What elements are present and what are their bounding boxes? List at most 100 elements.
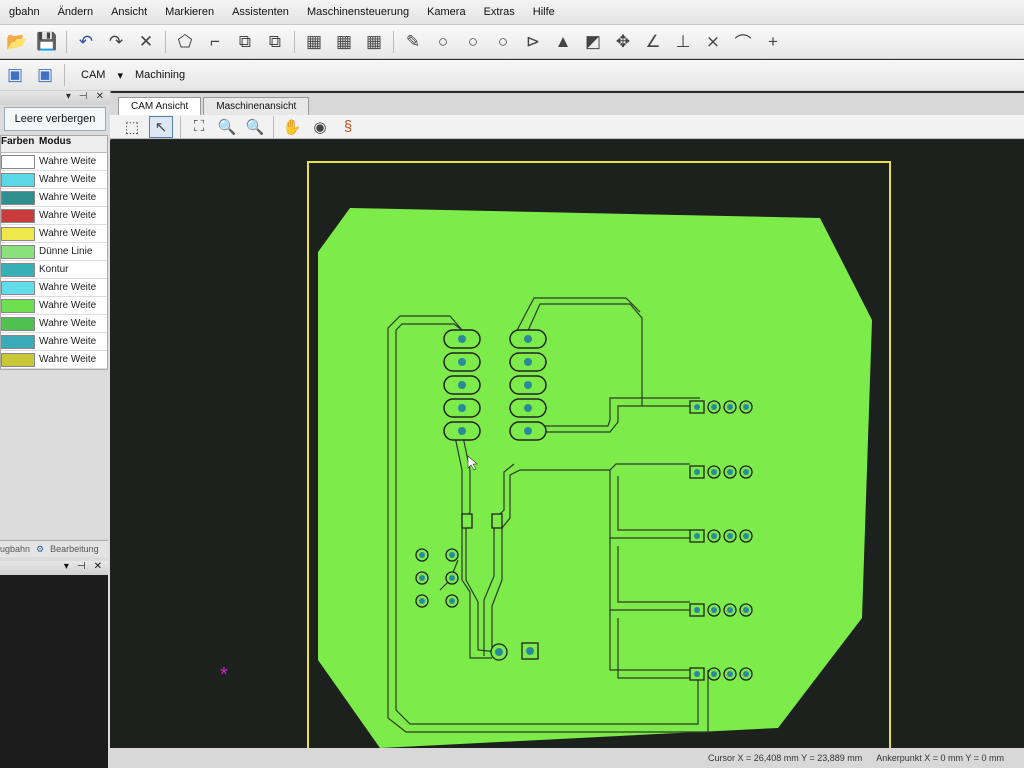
path-view-icon[interactable]: §: [337, 117, 359, 137]
cross-icon[interactable]: ⨯: [701, 30, 725, 54]
layer-row[interactable]: Wahre Weite: [1, 225, 107, 243]
arc-icon[interactable]: ⌒: [731, 30, 755, 54]
pin-icon[interactable]: ⊣: [77, 561, 86, 575]
color-swatch[interactable]: [1, 172, 35, 187]
layer-row[interactable]: Wahre Weite: [1, 351, 107, 369]
menu-item[interactable]: Ändern: [49, 6, 102, 18]
color-swatch[interactable]: [1, 280, 35, 295]
flip-icon[interactable]: ⊳: [521, 30, 545, 54]
origin-marker-icon: *: [220, 664, 228, 686]
color-swatch[interactable]: [1, 244, 35, 259]
separator: [294, 30, 295, 53]
zoom-fit-icon[interactable]: ⛶: [188, 117, 210, 137]
cam-toolbar: ▣ ▣ CAM ▾ Machining: [0, 60, 1024, 91]
color-swatch[interactable]: [1, 190, 35, 205]
color-swatch[interactable]: [1, 154, 35, 169]
move-icon[interactable]: ✥: [611, 30, 635, 54]
hide-empty-button[interactable]: Leere verbergen: [4, 107, 106, 131]
layer-row[interactable]: Wahre Weite: [1, 189, 107, 207]
dropdown-icon[interactable]: ▾: [66, 91, 71, 105]
layer-mode: Wahre Weite: [39, 300, 97, 311]
menu-item[interactable]: Assistenten: [223, 6, 298, 18]
open-icon[interactable]: 📂: [5, 30, 29, 54]
save-icon[interactable]: 💾: [35, 30, 59, 54]
redo-icon[interactable]: ↷: [104, 30, 128, 54]
rotate-view-icon[interactable]: ◉: [309, 117, 331, 137]
zoom-out-icon[interactable]: 🔍: [244, 117, 266, 137]
zoom-in-icon[interactable]: 🔍: [216, 117, 238, 137]
layer-row[interactable]: Wahre Weite: [1, 279, 107, 297]
close-icon[interactable]: ✕: [94, 561, 102, 575]
layer-mode: Wahre Weite: [39, 228, 97, 239]
triangle-icon[interactable]: ▲: [551, 30, 575, 54]
tool-icon[interactable]: ✎: [401, 30, 425, 54]
color-swatch[interactable]: [1, 316, 35, 331]
dropdown-icon[interactable]: ▾: [64, 561, 69, 575]
angle-icon[interactable]: ∠: [641, 30, 665, 54]
layer-row[interactable]: Wahre Weite: [1, 333, 107, 351]
circle-icon[interactable]: ○: [431, 30, 455, 54]
panel-controls: ▾ ⊣ ✕: [0, 561, 108, 575]
main-toolbar: 📂 💾 ↶ ↷ ✕ ⬠ ⌐ ⧉ ⧉ ▦ ▦ ▦ ✎ ○ ○ ○ ⊳ ▲ ◩ ✥ …: [0, 25, 1024, 59]
color-swatch[interactable]: [1, 226, 35, 241]
menu-item[interactable]: Markieren: [156, 6, 223, 18]
color-swatch[interactable]: [1, 352, 35, 367]
mirror-icon[interactable]: ⧉: [233, 30, 257, 54]
lasso-select-icon[interactable]: ⬚: [121, 117, 143, 137]
layer-mode: Wahre Weite: [39, 156, 97, 167]
layer-mode: Wahre Weite: [39, 192, 97, 203]
path-icon[interactable]: ⌐: [203, 30, 227, 54]
layer-row[interactable]: Wahre Weite: [1, 297, 107, 315]
color-swatch[interactable]: [1, 262, 35, 277]
polygon-icon[interactable]: ⬠: [173, 30, 197, 54]
color-swatch[interactable]: [1, 208, 35, 223]
right-header: [509, 329, 547, 441]
layer-mode: Wahre Weite: [39, 318, 97, 329]
layer-row[interactable]: Wahre Weite: [1, 207, 107, 225]
color-swatch[interactable]: [1, 334, 35, 349]
image2-icon[interactable]: ▣: [33, 63, 57, 87]
pin-icon[interactable]: ⊣: [79, 91, 88, 105]
menu-item[interactable]: Extras: [475, 6, 524, 18]
circle2-icon[interactable]: ○: [461, 30, 485, 54]
layer-mode: Wahre Weite: [39, 354, 97, 365]
col-mode: Modus: [39, 136, 72, 147]
align3-icon[interactable]: ▦: [362, 30, 386, 54]
tab-processing[interactable]: Bearbeitung: [50, 544, 99, 554]
tab-toolpath[interactable]: ugbahn: [0, 544, 30, 554]
layer-row[interactable]: Wahre Weite: [1, 171, 107, 189]
circle3-icon[interactable]: ○: [491, 30, 515, 54]
separator: [180, 115, 181, 138]
layer-row[interactable]: Dünne Linie: [1, 243, 107, 261]
layer-row[interactable]: Wahre Weite: [1, 153, 107, 171]
pointer-icon[interactable]: ↖: [149, 115, 173, 138]
image-icon[interactable]: ▣: [3, 63, 27, 87]
delete-icon[interactable]: ✕: [134, 30, 158, 54]
color-swatch[interactable]: [1, 298, 35, 313]
layers-table: Farben Modus Wahre Weite Wahre Weite Wahre…: [0, 135, 108, 370]
pcb-canvas[interactable]: [110, 140, 1024, 759]
plus-icon[interactable]: +: [761, 30, 785, 54]
pcb-board: [318, 208, 872, 748]
separator: [393, 30, 394, 53]
menu-item[interactable]: Ansicht: [102, 6, 156, 18]
tab-machine-view[interactable]: Maschinenansicht: [203, 97, 310, 115]
separator: [273, 115, 274, 138]
tab-cam-view[interactable]: CAM Ansicht: [118, 97, 202, 115]
menu-item[interactable]: Kamera: [418, 6, 475, 18]
pan-hand-icon[interactable]: ✋: [281, 117, 303, 137]
menu-item[interactable]: Hilfe: [524, 6, 564, 18]
menu-item[interactable]: gbahn: [0, 6, 49, 18]
close-icon[interactable]: ✕: [96, 91, 104, 105]
layer-row[interactable]: Kontur: [1, 261, 107, 279]
undo-icon[interactable]: ↶: [74, 30, 98, 54]
mirror2-icon[interactable]: ⧉: [263, 30, 287, 54]
measure-icon[interactable]: ⊥: [671, 30, 695, 54]
shape-icon[interactable]: ◩: [581, 30, 605, 54]
cam-dropdown[interactable]: CAM ▾ Machining: [81, 69, 185, 82]
cam-viewport[interactable]: [110, 140, 1024, 759]
menu-item[interactable]: Maschinensteuerung: [298, 6, 418, 18]
layer-row[interactable]: Wahre Weite: [1, 315, 107, 333]
align2-icon[interactable]: ▦: [332, 30, 356, 54]
align-icon[interactable]: ▦: [302, 30, 326, 54]
